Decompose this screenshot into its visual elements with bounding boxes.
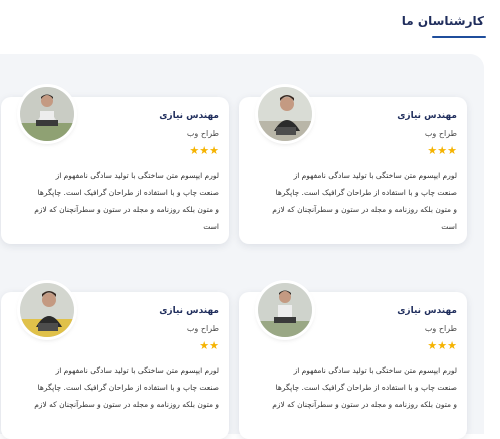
expert-description: لورم ایپسوم متن ساختگی با تولید سادگی نا… [251, 167, 457, 235]
expert-role: طراح وب [186, 129, 219, 138]
expert-role: طراح وب [186, 324, 219, 333]
expert-avatar [20, 87, 74, 141]
description-line: است [203, 222, 219, 231]
expert-name: مهندس نیازی [159, 306, 219, 316]
description-line: صنعت چاپ و با استفاده از طراحان گرافیک ا… [275, 188, 457, 197]
description-line: صنعت چاپ و با استفاده از طراحان گرافیک ا… [37, 188, 219, 197]
rating-stars: ★★★ [189, 144, 219, 157]
description-line: است [441, 222, 457, 231]
expert-description: لورم ایپسوم متن ساختگی با تولید سادگی نا… [13, 362, 219, 413]
description-line: لورم ایپسوم متن ساختگی با تولید سادگی نا… [55, 366, 219, 375]
expert-name: مهندس نیازی [159, 111, 219, 121]
description-line: لورم ایپسوم متن ساختگی با تولید سادگی نا… [293, 171, 457, 180]
description-line: لورم ایپسوم متن ساختگی با تولید سادگی نا… [55, 171, 219, 180]
section-title-underline [432, 36, 486, 38]
rating-stars: ★★★ [427, 144, 457, 157]
expert-name: مهندس نیازی [397, 306, 457, 316]
description-line: صنعت چاپ و با استفاده از طراحان گرافیک ا… [37, 383, 219, 392]
description-line: و متون بلکه روزنامه و مجله در ستون و سطر… [272, 205, 457, 214]
description-line: و متون بلکه روزنامه و مجله در ستون و سطر… [34, 205, 219, 214]
expert-description: لورم ایپسوم متن ساختگی با تولید سادگی نا… [251, 362, 457, 413]
description-line: و متون بلکه روزنامه و مجله در ستون و سطر… [34, 400, 219, 409]
description-line: و متون بلکه روزنامه و مجله در ستون و سطر… [272, 400, 457, 409]
rating-stars: ★★ [199, 339, 219, 352]
expert-name: مهندس نیازی [397, 111, 457, 121]
description-line: صنعت چاپ و با استفاده از طراحان گرافیک ا… [275, 383, 457, 392]
expert-role: طراح وب [424, 324, 457, 333]
expert-description: لورم ایپسوم متن ساختگی با تولید سادگی نا… [13, 167, 219, 235]
expert-avatar [258, 283, 312, 337]
expert-role: طراح وب [424, 129, 457, 138]
rating-stars: ★★★ [427, 339, 457, 352]
expert-avatar [258, 87, 312, 141]
section-title: کارشناسان ما [401, 14, 484, 28]
description-line: لورم ایپسوم متن ساختگی با تولید سادگی نا… [293, 366, 457, 375]
expert-avatar [20, 283, 74, 337]
